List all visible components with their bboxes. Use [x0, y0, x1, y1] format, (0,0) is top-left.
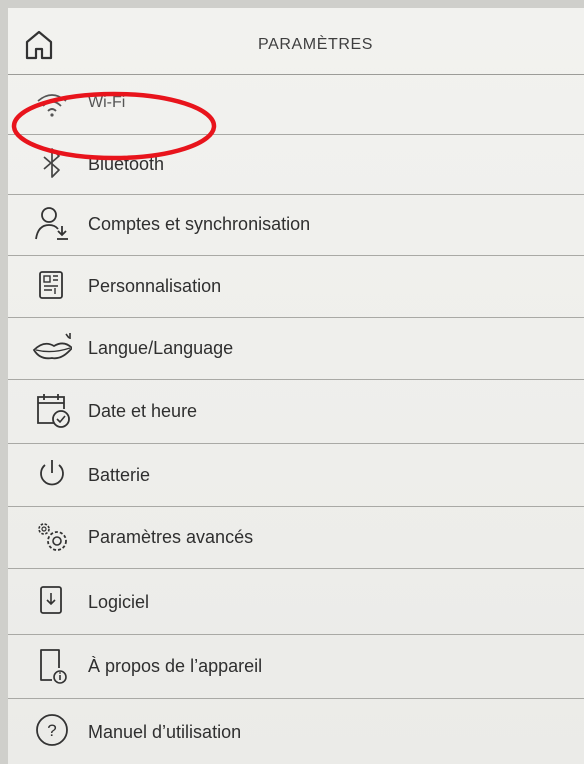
page-title: PARAMÈTRES	[258, 36, 374, 53]
settings-item-label: À propos de l’appareil	[88, 656, 263, 676]
settings-item-label: Comptes et synchronisation	[88, 214, 311, 234]
settings-item-label: Batterie	[88, 465, 151, 485]
home-icon	[25, 30, 53, 60]
settings-item-label: Paramètres avancés	[88, 527, 254, 547]
settings-item-about-device[interactable]: À propos de l’appareil	[8, 634, 584, 699]
settings-item-date-time[interactable]: Date et heure	[8, 379, 584, 444]
svg-text:?: ?	[47, 721, 56, 740]
settings-item-label: Personnalisation	[88, 276, 222, 296]
gears-icon	[32, 517, 72, 557]
personalization-icon	[32, 266, 72, 306]
settings-item-language[interactable]: Langue/Language	[8, 317, 584, 380]
settings-item-user-manual[interactable]: ? Manuel d’utilisation	[8, 698, 584, 764]
language-lips-icon	[32, 328, 74, 368]
settings-item-label: Wi-Fi	[88, 94, 126, 111]
bluetooth-icon	[32, 144, 72, 184]
settings-item-advanced[interactable]: Paramètres avancés	[8, 506, 584, 569]
calendar-clock-icon	[32, 389, 72, 429]
settings-item-software[interactable]: Logiciel	[8, 568, 584, 635]
device-info-icon	[32, 646, 72, 686]
header-bar: PARAMÈTRES	[8, 8, 584, 75]
software-download-icon	[32, 580, 72, 620]
settings-item-label: Langue/Language	[88, 338, 234, 358]
account-sync-icon	[32, 204, 72, 244]
settings-item-label: Date et heure	[88, 401, 198, 421]
settings-item-battery[interactable]: Batterie	[8, 443, 584, 507]
power-icon	[32, 454, 72, 494]
wifi-icon	[32, 84, 72, 124]
settings-item-personalization[interactable]: Personnalisation	[8, 255, 584, 318]
settings-screen: PARAMÈTRES Wi-Fi Bluetooth Comptes et sy…	[8, 8, 584, 764]
settings-item-label: Logiciel	[88, 592, 150, 612]
settings-item-wifi[interactable]: Wi-Fi	[8, 74, 584, 135]
settings-item-bluetooth[interactable]: Bluetooth	[8, 134, 584, 195]
home-button[interactable]	[22, 28, 56, 62]
settings-item-label: Bluetooth	[88, 154, 165, 174]
settings-item-accounts-sync[interactable]: Comptes et synchronisation	[8, 194, 584, 256]
settings-item-label: Manuel d’utilisation	[88, 722, 242, 742]
help-icon: ?	[32, 710, 72, 750]
